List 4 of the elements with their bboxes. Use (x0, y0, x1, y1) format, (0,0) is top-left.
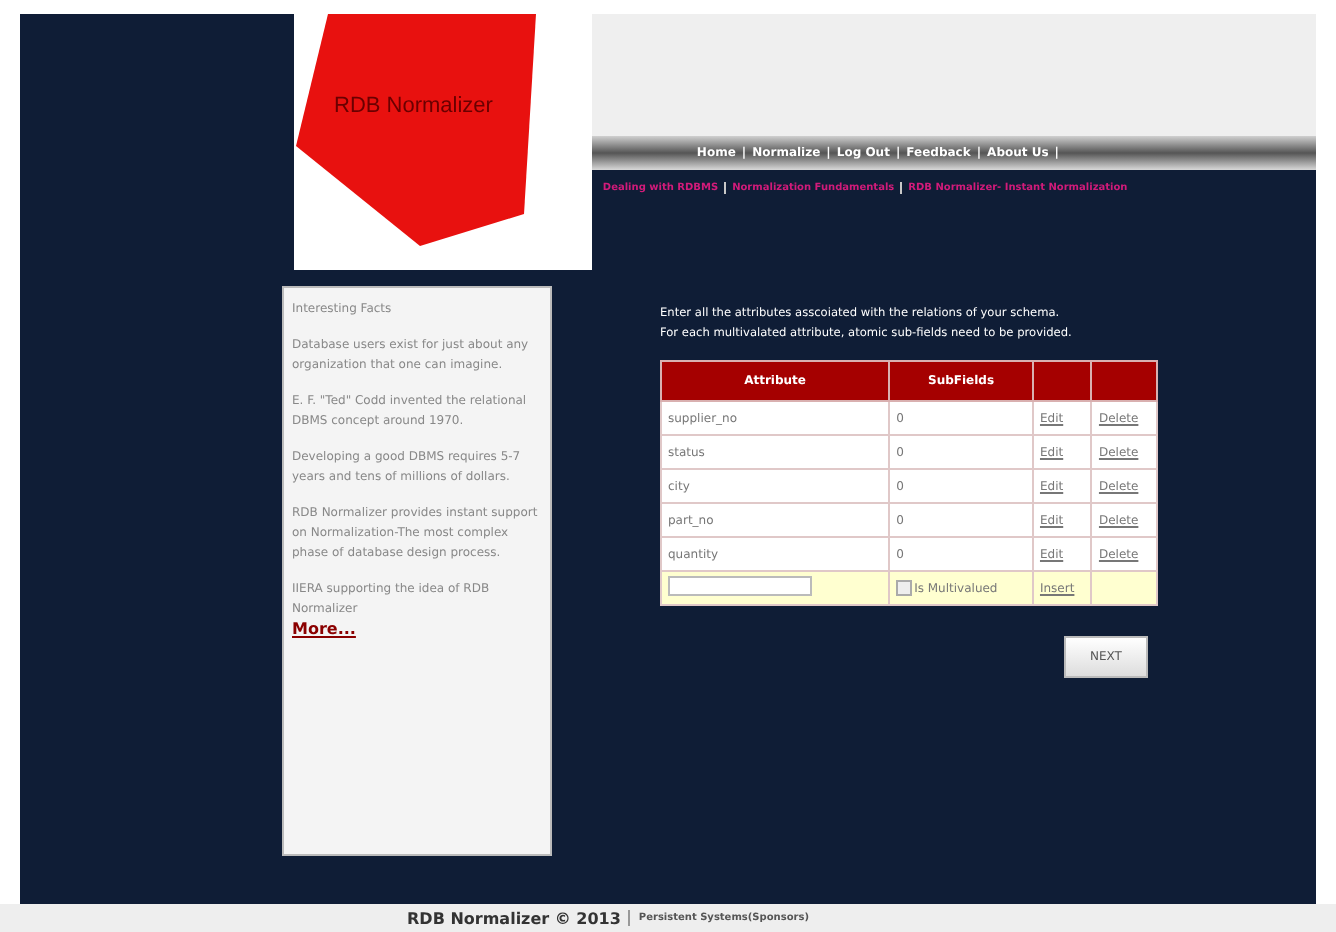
attribute-input[interactable] (668, 576, 812, 597)
footer-title: RDB Normalizer © 2013 (407, 909, 621, 927)
more-link[interactable]: More... (292, 620, 542, 638)
logo-title: RDB Normalizer (334, 94, 493, 118)
